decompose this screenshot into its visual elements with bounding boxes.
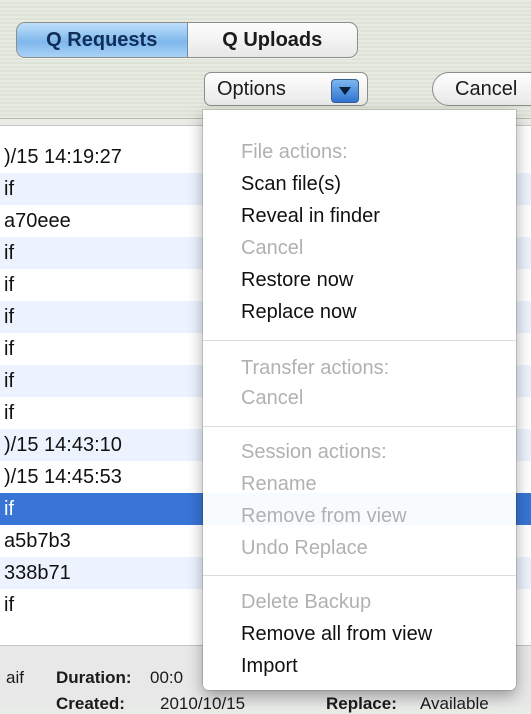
replace-value: Available: [420, 694, 489, 713]
menu-separator: [203, 575, 516, 576]
tab-segmented-control: Q Requests Q Uploads: [16, 22, 358, 58]
created-label: Created:: [56, 694, 125, 713]
menu-item-import[interactable]: Import: [241, 654, 298, 678]
detail-name-fragment: aif: [6, 668, 24, 687]
menu-item-remove-all-from-view[interactable]: Remove all from view: [241, 622, 432, 646]
created-value: 2010/10/15: [160, 694, 246, 713]
cancel-button[interactable]: Cancel: [432, 72, 531, 106]
menu-item-rename: Rename: [241, 473, 317, 495]
tab-q-requests[interactable]: Q Requests: [17, 23, 188, 57]
menu-item-delete-backup: Delete Backup: [241, 591, 372, 613]
options-label: Options: [217, 77, 286, 100]
menu-header-file-actions: File actions:: [241, 141, 348, 163]
menu-item-cancel-file: Cancel: [241, 237, 304, 259]
menu-item-restore-now[interactable]: Restore now: [241, 268, 353, 292]
tab-q-uploads[interactable]: Q Uploads: [188, 23, 358, 57]
menu-item-remove-from-view: Remove from view: [241, 505, 407, 527]
menu-header-session-actions: Session actions:: [241, 441, 387, 463]
duration-value: 00:0: [150, 668, 184, 687]
chevron-down-icon[interactable]: [331, 79, 359, 103]
menu-header-transfer-actions: Transfer actions:: [241, 357, 390, 379]
menu-separator: [203, 340, 516, 341]
duration-label: Duration:: [56, 668, 132, 687]
menu-item-cancel-transfer: Cancel: [241, 387, 304, 409]
menu-item-reveal-in-finder[interactable]: Reveal in finder: [241, 204, 380, 228]
toolbar: Q Requests Q Uploads Options Cancel: [0, 0, 531, 119]
menu-separator: [203, 426, 516, 427]
replace-label: Replace:: [326, 694, 397, 713]
options-menu: File actions: Scan file(s) Reveal in fin…: [203, 110, 516, 690]
options-popup-button[interactable]: Options: [204, 72, 368, 106]
menu-item-undo-replace: Undo Replace: [241, 537, 368, 559]
menu-item-scan-files[interactable]: Scan file(s): [241, 172, 341, 196]
menu-item-replace-now[interactable]: Replace now: [241, 300, 357, 324]
